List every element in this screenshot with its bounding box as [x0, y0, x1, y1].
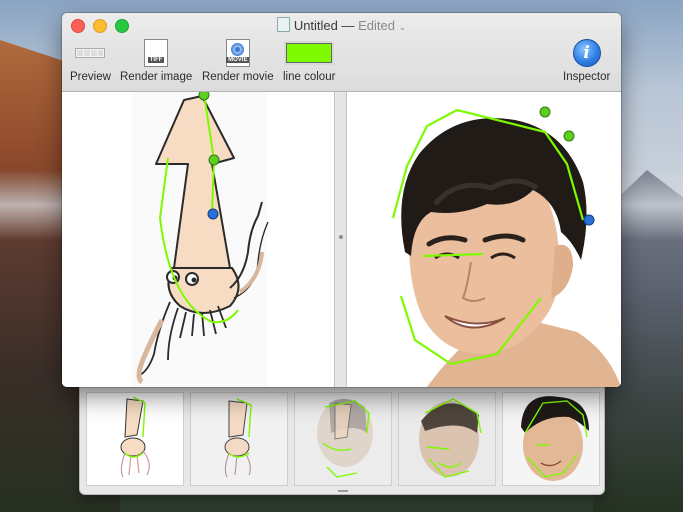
divider-handle-icon — [339, 235, 343, 239]
toolbar: Preview TIFF Render image MOVIE Render m… — [62, 38, 621, 88]
window-title[interactable]: Untitled — Edited ⌄ — [62, 17, 621, 33]
line-colour-label: line colour — [283, 71, 336, 83]
source-image-pane[interactable] — [62, 92, 334, 387]
color-swatch[interactable] — [284, 41, 335, 65]
squid-drawing — [132, 92, 269, 387]
drawer-handle[interactable] — [338, 490, 348, 492]
control-point[interactable] — [563, 130, 575, 142]
movie-file-icon: MOVIE — [225, 39, 250, 67]
render-movie-label: Render movie — [202, 71, 274, 83]
title-separator: — — [341, 18, 355, 33]
face-photo — [347, 92, 621, 387]
filmstrip-frame-4[interactable] — [398, 392, 496, 486]
inspector-button[interactable]: i Inspector — [563, 38, 610, 83]
titlebar: Untitled — Edited ⌄ Preview TIFF Render … — [62, 13, 621, 92]
filmstrip-frames — [86, 392, 600, 486]
filmstrip-frame-3[interactable] — [294, 392, 392, 486]
split-view-divider[interactable] — [334, 92, 347, 387]
preview-button[interactable]: Preview — [70, 38, 111, 83]
editor-content — [62, 92, 621, 387]
info-icon: i — [572, 39, 601, 67]
inspector-label: Inspector — [563, 71, 611, 83]
edited-status: Edited — [358, 18, 396, 33]
control-point[interactable] — [583, 214, 595, 226]
line-colour-button[interactable]: line colour — [283, 38, 335, 83]
control-point[interactable] — [539, 106, 551, 118]
control-point[interactable] — [198, 92, 210, 101]
control-point[interactable] — [208, 154, 220, 166]
filmstrip-frame-2[interactable] — [190, 392, 288, 486]
filmstrip-frame-1[interactable] — [86, 392, 184, 486]
render-movie-button[interactable]: MOVIE Render movie — [202, 38, 274, 83]
render-image-button[interactable]: TIFF Render image — [120, 38, 192, 83]
title-chevron-icon: ⌄ — [398, 22, 407, 32]
preview-label: Preview — [70, 71, 111, 83]
control-point[interactable] — [207, 208, 219, 220]
preview-icon — [75, 48, 106, 58]
filmstrip-drawer — [79, 384, 605, 495]
filmstrip-frame-5[interactable] — [502, 392, 600, 486]
render-image-label: Render image — [120, 71, 193, 83]
window-title-text: Untitled — [293, 18, 338, 33]
target-image-pane[interactable] — [347, 92, 621, 387]
tiff-file-icon: TIFF — [144, 39, 169, 67]
document-icon — [276, 17, 290, 32]
main-window: Untitled — Edited ⌄ Preview TIFF Render … — [62, 13, 621, 387]
